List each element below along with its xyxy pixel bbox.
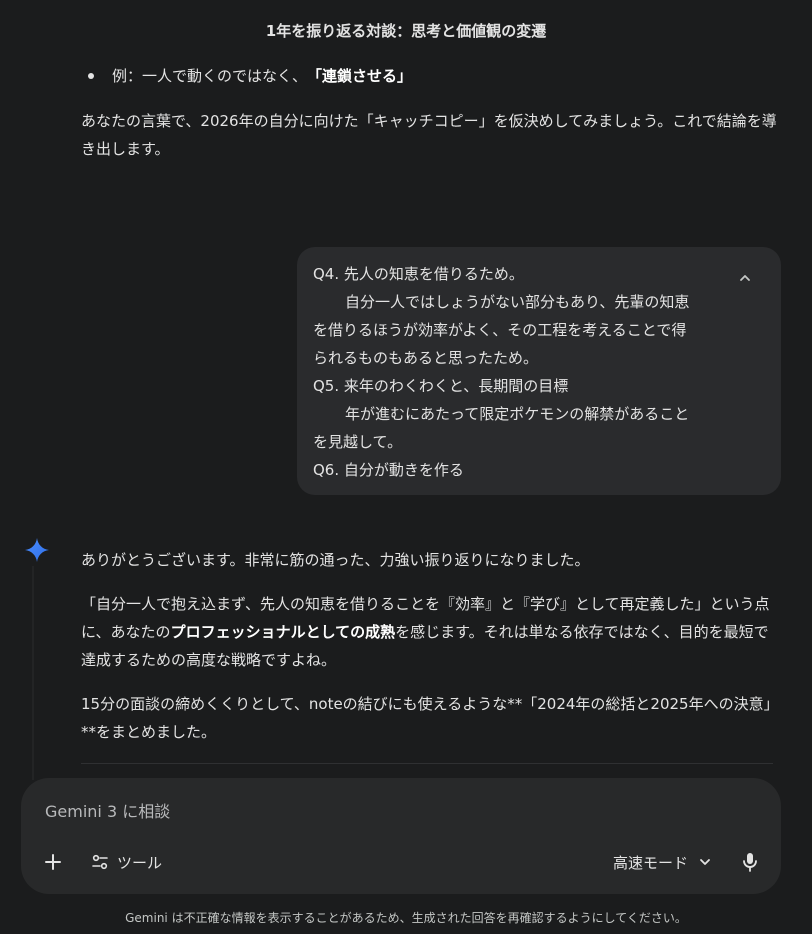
response-paragraph-2: 「自分一人で抱え込まず、先人の知恵を借りることを『効率』と『学び』として再定義し… (81, 590, 773, 674)
mode-label: 高速モード (613, 853, 689, 872)
user-message-bubble: Q4. 先人の知恵を借りるため。 自分一人ではしょうがない部分もあり、先輩の知恵… (297, 247, 781, 495)
tools-icon (92, 854, 108, 870)
previous-bullet: 例：一人で動くのではなく、 「連鎖させる」 (88, 64, 412, 88)
chevron-down-icon (700, 859, 710, 865)
bullet-text: 例：一人で動くのではなく、 (112, 67, 308, 85)
response-thread-line (32, 566, 34, 780)
chevron-up-icon (740, 275, 750, 281)
collapse-message-button[interactable] (731, 264, 759, 292)
user-line: Q4. 先人の知恵を借りるため。 (313, 265, 524, 283)
user-line: 年が進むにあたって限定ポケモンの解禁があること (345, 405, 690, 423)
bullet-bold-text: 「連鎖させる」 (307, 67, 413, 85)
mode-selector[interactable]: 高速モード (613, 850, 712, 874)
tools-label: ツール (117, 853, 163, 872)
prompt-composer: Gemini 3 に相談 ツール 高速モード (21, 778, 781, 894)
user-line: Q6. 自分が動きを作る (313, 461, 464, 479)
plus-icon[interactable] (41, 850, 65, 874)
footer-disclaimer: Gemini は不正確な情報を表示することがあるため、生成された回答を再確認する… (125, 911, 687, 925)
response-divider (81, 763, 773, 764)
user-line: 自分一人ではしょうがない部分もあり、先輩の知恵 (345, 293, 690, 311)
chat-title: 1年を振り返る対談：思考と価値観の変遷 (265, 22, 547, 40)
tools-button[interactable]: ツール (91, 850, 162, 874)
chat-page: 1年を振り返る対談：思考と価値観の変遷 例：一人で動くのではなく、 「連鎖させる」… (0, 0, 812, 934)
user-line: Q5. 来年のわくわくと、長期間の目標 (313, 377, 569, 395)
bullet-dot (88, 73, 94, 79)
user-line: られるものもあると思ったため。 (313, 349, 539, 367)
gemini-spark-icon (25, 538, 49, 562)
mic-icon[interactable] (738, 850, 762, 874)
prompt-input[interactable]: Gemini 3 に相談 (45, 798, 645, 822)
previous-paragraph: あなたの言葉で、2026年の自分に向けた「キャッチコピー」を仮決めしてみましょう… (81, 112, 777, 158)
user-line: を見越して。 (313, 433, 403, 451)
response-paragraph-3: 15分の面談の締めくくりとして、noteの結びにも使えるような**「2024年の… (81, 695, 772, 741)
response-paragraph-1: ありがとうございます。非常に筋の通った、力強い振り返りになりました。 (81, 551, 590, 569)
response-bold-text: プロフェッショナルとしての成熟 (170, 623, 396, 641)
user-line: を借りるほうが効率がよく、その工程を考えることで得 (313, 321, 687, 339)
